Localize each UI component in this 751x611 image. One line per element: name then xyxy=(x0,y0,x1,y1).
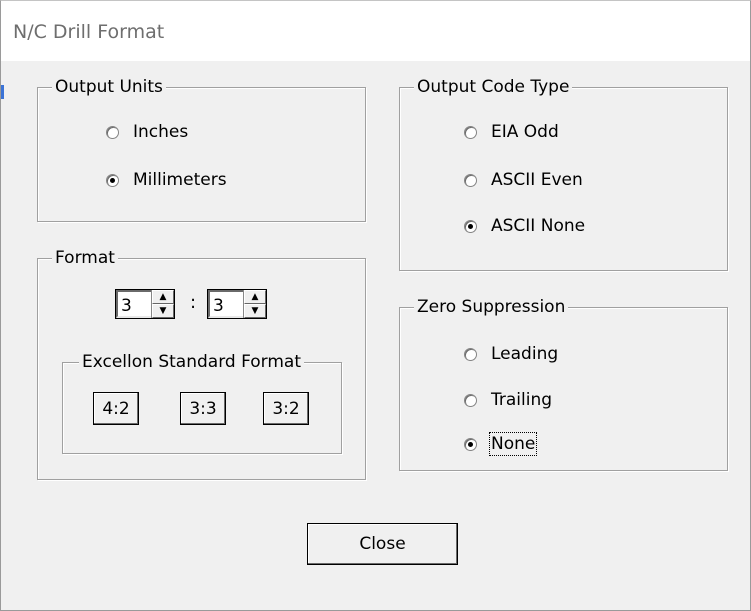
radio-trailing-label: Trailing xyxy=(491,390,553,410)
format-3-3-button[interactable]: 3:3 xyxy=(180,392,226,425)
radio-none-label: None xyxy=(488,432,538,456)
spin-up-arrow-icon[interactable]: ▲ xyxy=(152,290,174,304)
output-code-type-group: Output Code Type EIA Odd ASCII Even ASCI… xyxy=(399,75,728,271)
integer-digits-spinner[interactable]: 3 ▲ ▼ xyxy=(115,289,175,319)
output-units-group: Output Units Inches Millimeters xyxy=(37,75,366,222)
title-bar[interactable]: N/C Drill Format xyxy=(1,1,750,61)
output-code-type-legend: Output Code Type xyxy=(414,75,573,99)
radio-millimeters[interactable]: Millimeters xyxy=(106,170,227,190)
radio-button-checked-icon xyxy=(464,219,477,233)
radio-eia-odd-label: EIA Odd xyxy=(491,122,559,142)
radio-ascii-none[interactable]: ASCII None xyxy=(464,216,585,236)
radio-ascii-even-label: ASCII Even xyxy=(491,170,583,190)
radio-button-icon xyxy=(106,125,119,139)
excellon-standard-format-group: Excellon Standard Format 4:2 3:3 3:2 xyxy=(62,350,342,454)
radio-button-icon xyxy=(464,393,477,407)
radio-button-icon xyxy=(464,125,477,139)
radio-none[interactable]: None xyxy=(464,432,538,456)
radio-ascii-none-label: ASCII None xyxy=(491,216,586,236)
spin-down-arrow-icon[interactable]: ▼ xyxy=(244,304,266,318)
radio-ascii-even[interactable]: ASCII Even xyxy=(464,170,583,190)
close-button[interactable]: Close xyxy=(307,523,458,565)
radio-millimeters-label: Millimeters xyxy=(133,170,227,190)
format-group: Format 3 ▲ ▼ : 3 ▲ ▼ Excellon Standard F… xyxy=(37,246,366,480)
radio-trailing[interactable]: Trailing xyxy=(464,390,552,410)
decimal-digits-spinner[interactable]: 3 ▲ ▼ xyxy=(207,289,267,319)
radio-button-checked-icon xyxy=(106,173,119,187)
format-legend: Format xyxy=(52,246,118,270)
radio-leading-label: Leading xyxy=(491,344,559,364)
radio-button-icon xyxy=(464,347,477,361)
integer-digits-value[interactable]: 3 xyxy=(116,290,151,318)
dialog-title: N/C Drill Format xyxy=(13,21,165,43)
output-units-legend: Output Units xyxy=(52,75,166,99)
spin-up-arrow-icon[interactable]: ▲ xyxy=(244,290,266,304)
zero-suppression-legend: Zero Suppression xyxy=(414,295,569,319)
spinner-buttons: ▲ ▼ xyxy=(151,290,174,318)
radio-button-icon xyxy=(464,173,477,187)
spin-down-arrow-icon[interactable]: ▼ xyxy=(152,304,174,318)
format-4-2-button[interactable]: 4:2 xyxy=(93,392,139,425)
decimal-digits-value[interactable]: 3 xyxy=(208,290,243,318)
radio-inches[interactable]: Inches xyxy=(106,122,188,142)
zero-suppression-group: Zero Suppression Leading Trailing None xyxy=(399,295,728,471)
format-separator: : xyxy=(190,292,197,313)
radio-leading[interactable]: Leading xyxy=(464,344,558,364)
radio-inches-label: Inches xyxy=(133,122,189,142)
format-3-2-button[interactable]: 3:2 xyxy=(263,392,309,425)
spinner-buttons: ▲ ▼ xyxy=(243,290,266,318)
edge-mark xyxy=(1,85,4,99)
radio-eia-odd[interactable]: EIA Odd xyxy=(464,122,559,142)
excellon-legend: Excellon Standard Format xyxy=(79,350,304,374)
radio-button-checked-icon xyxy=(464,437,477,451)
nc-drill-format-dialog: N/C Drill Format Output Units Inches Mil… xyxy=(0,0,751,611)
